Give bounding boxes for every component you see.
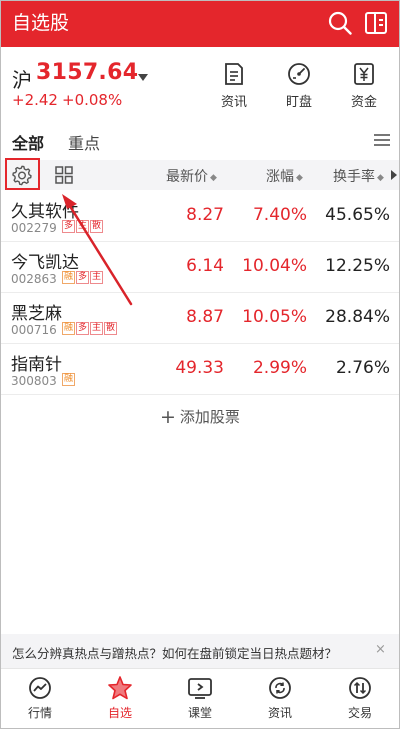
stock-price: 8.27 xyxy=(186,205,224,225)
nav-trade-label: 交易 xyxy=(347,706,372,720)
fund-icon xyxy=(354,63,374,85)
table-row[interactable]: 黑芝麻 000716 融多主散 8.87 10.05% 28.84% xyxy=(0,293,400,344)
stock-tag-badge: 融 xyxy=(62,322,76,335)
stock-tag-badge: 多 xyxy=(76,322,90,335)
stock-name: 指南针 xyxy=(11,355,62,375)
column-price-label: 最新价 xyxy=(166,169,208,185)
add-stock-button[interactable]: + 添加股票 xyxy=(160,406,240,428)
stock-change: 7.40% xyxy=(252,205,307,225)
gear-icon[interactable] xyxy=(11,164,33,186)
sort-icon: ◆ xyxy=(296,173,303,183)
stock-change: 10.05% xyxy=(242,307,307,327)
stock-tag-badge: 多 xyxy=(76,271,90,284)
sort-icon: ◆ xyxy=(210,173,217,183)
search-icon[interactable] xyxy=(328,11,352,35)
stock-code: 000716 xyxy=(11,323,57,337)
trade-icon xyxy=(349,677,371,699)
page-title: 自选股 xyxy=(12,12,70,34)
stock-price: 49.33 xyxy=(175,358,224,378)
stock-name: 今飞凯达 xyxy=(11,253,79,273)
nav-news[interactable]: 资讯 xyxy=(250,676,310,721)
stock-tags: 融 xyxy=(62,373,76,386)
index-name: 沪 xyxy=(12,68,32,92)
close-icon[interactable]: × xyxy=(375,642,386,657)
stock-tag-badge: 多 xyxy=(62,220,76,233)
stock-tags: 多主散 xyxy=(62,220,104,233)
news-refresh-icon xyxy=(269,677,291,699)
stock-price: 8.87 xyxy=(186,307,224,327)
stock-name: 久其软件 xyxy=(11,202,79,222)
nav-classroom[interactable]: 课堂 xyxy=(170,676,230,721)
index-change-pct: +0.08% xyxy=(62,91,123,109)
sort-icon: ◆ xyxy=(377,173,384,183)
stock-change: 10.04% xyxy=(242,256,307,276)
stock-code: 300803 xyxy=(11,374,57,388)
top-bar: 自选股 xyxy=(0,0,400,47)
classroom-icon xyxy=(188,678,212,699)
table-row[interactable]: 指南针 300803 融 49.33 2.99% 2.76% xyxy=(0,344,400,395)
index-dropdown-icon[interactable] xyxy=(138,74,148,81)
nav-trade[interactable]: 交易 xyxy=(330,676,390,721)
tool-fund[interactable]: 资金 xyxy=(344,62,384,110)
stock-turnover: 2.76% xyxy=(335,358,390,378)
stock-tag-badge: 散 xyxy=(90,220,104,233)
menu-icon[interactable] xyxy=(374,133,390,147)
stock-change: 2.99% xyxy=(252,358,307,378)
monitor-icon xyxy=(288,63,310,85)
table-row[interactable]: 久其软件 002279 多主散 8.27 7.40% 45.65% xyxy=(0,191,400,242)
column-turnover-label: 换手率 xyxy=(333,169,375,185)
tool-fund-label: 资金 xyxy=(350,95,377,110)
stock-tags: 融多主 xyxy=(62,271,104,284)
stock-tag-badge: 主 xyxy=(76,220,90,233)
table-row[interactable]: 今飞凯达 002863 融多主 6.14 10.04% 12.25% xyxy=(0,242,400,293)
scroll-right-icon[interactable] xyxy=(391,170,397,180)
stock-price: 6.14 xyxy=(186,256,224,276)
edit-watchlist-icon[interactable] xyxy=(364,11,388,35)
news-icon xyxy=(225,63,243,85)
tool-news-label: 资讯 xyxy=(220,95,247,110)
column-change-label: 涨幅 xyxy=(266,169,294,185)
stock-turnover: 12.25% xyxy=(325,256,390,276)
stock-code: 002279 xyxy=(11,221,57,235)
tab-all[interactable]: 全部 xyxy=(12,130,44,154)
column-price[interactable]: 最新价 ◆ xyxy=(166,166,217,186)
star-icon xyxy=(108,676,132,700)
stock-tag-badge: 主 xyxy=(90,322,104,335)
plus-icon: + xyxy=(160,406,176,428)
tab-focus[interactable]: 重点 xyxy=(68,130,100,154)
tool-monitor-label: 盯盘 xyxy=(285,95,312,110)
column-turnover[interactable]: 换手率 ◆ xyxy=(333,166,384,186)
nav-watchlist-label: 自选 xyxy=(107,706,132,720)
nav-classroom-label: 课堂 xyxy=(187,706,212,720)
stock-tag-badge: 散 xyxy=(104,322,118,335)
index-change: +2.42 xyxy=(12,91,58,109)
nav-market-label: 行情 xyxy=(27,706,52,720)
stock-code: 002863 xyxy=(11,272,57,286)
tool-news[interactable]: 资讯 xyxy=(214,62,254,110)
grid-view-icon[interactable] xyxy=(55,166,73,184)
nav-news-label: 资讯 xyxy=(267,706,292,720)
stock-tag-badge: 主 xyxy=(90,271,104,284)
stock-turnover: 28.84% xyxy=(325,307,390,327)
stock-name: 黑芝麻 xyxy=(11,304,62,324)
nav-market[interactable]: 行情 xyxy=(10,676,70,721)
market-icon xyxy=(29,677,51,699)
promo-banner-text[interactable]: 怎么分辨真热点与蹭热点？如何在盘前锁定当日热点题材？ xyxy=(12,643,337,662)
tool-monitor[interactable]: 盯盘 xyxy=(279,62,319,110)
stock-tag-badge: 融 xyxy=(62,271,76,284)
stock-tag-badge: 融 xyxy=(62,373,76,386)
add-stock-label: 添加股票 xyxy=(179,408,240,426)
nav-watchlist[interactable]: 自选 xyxy=(90,676,150,721)
column-change[interactable]: 涨幅 ◆ xyxy=(266,166,303,186)
stock-tags: 融多主散 xyxy=(62,322,118,335)
stock-turnover: 45.65% xyxy=(325,205,390,225)
index-value: 3157.64 xyxy=(36,60,139,85)
